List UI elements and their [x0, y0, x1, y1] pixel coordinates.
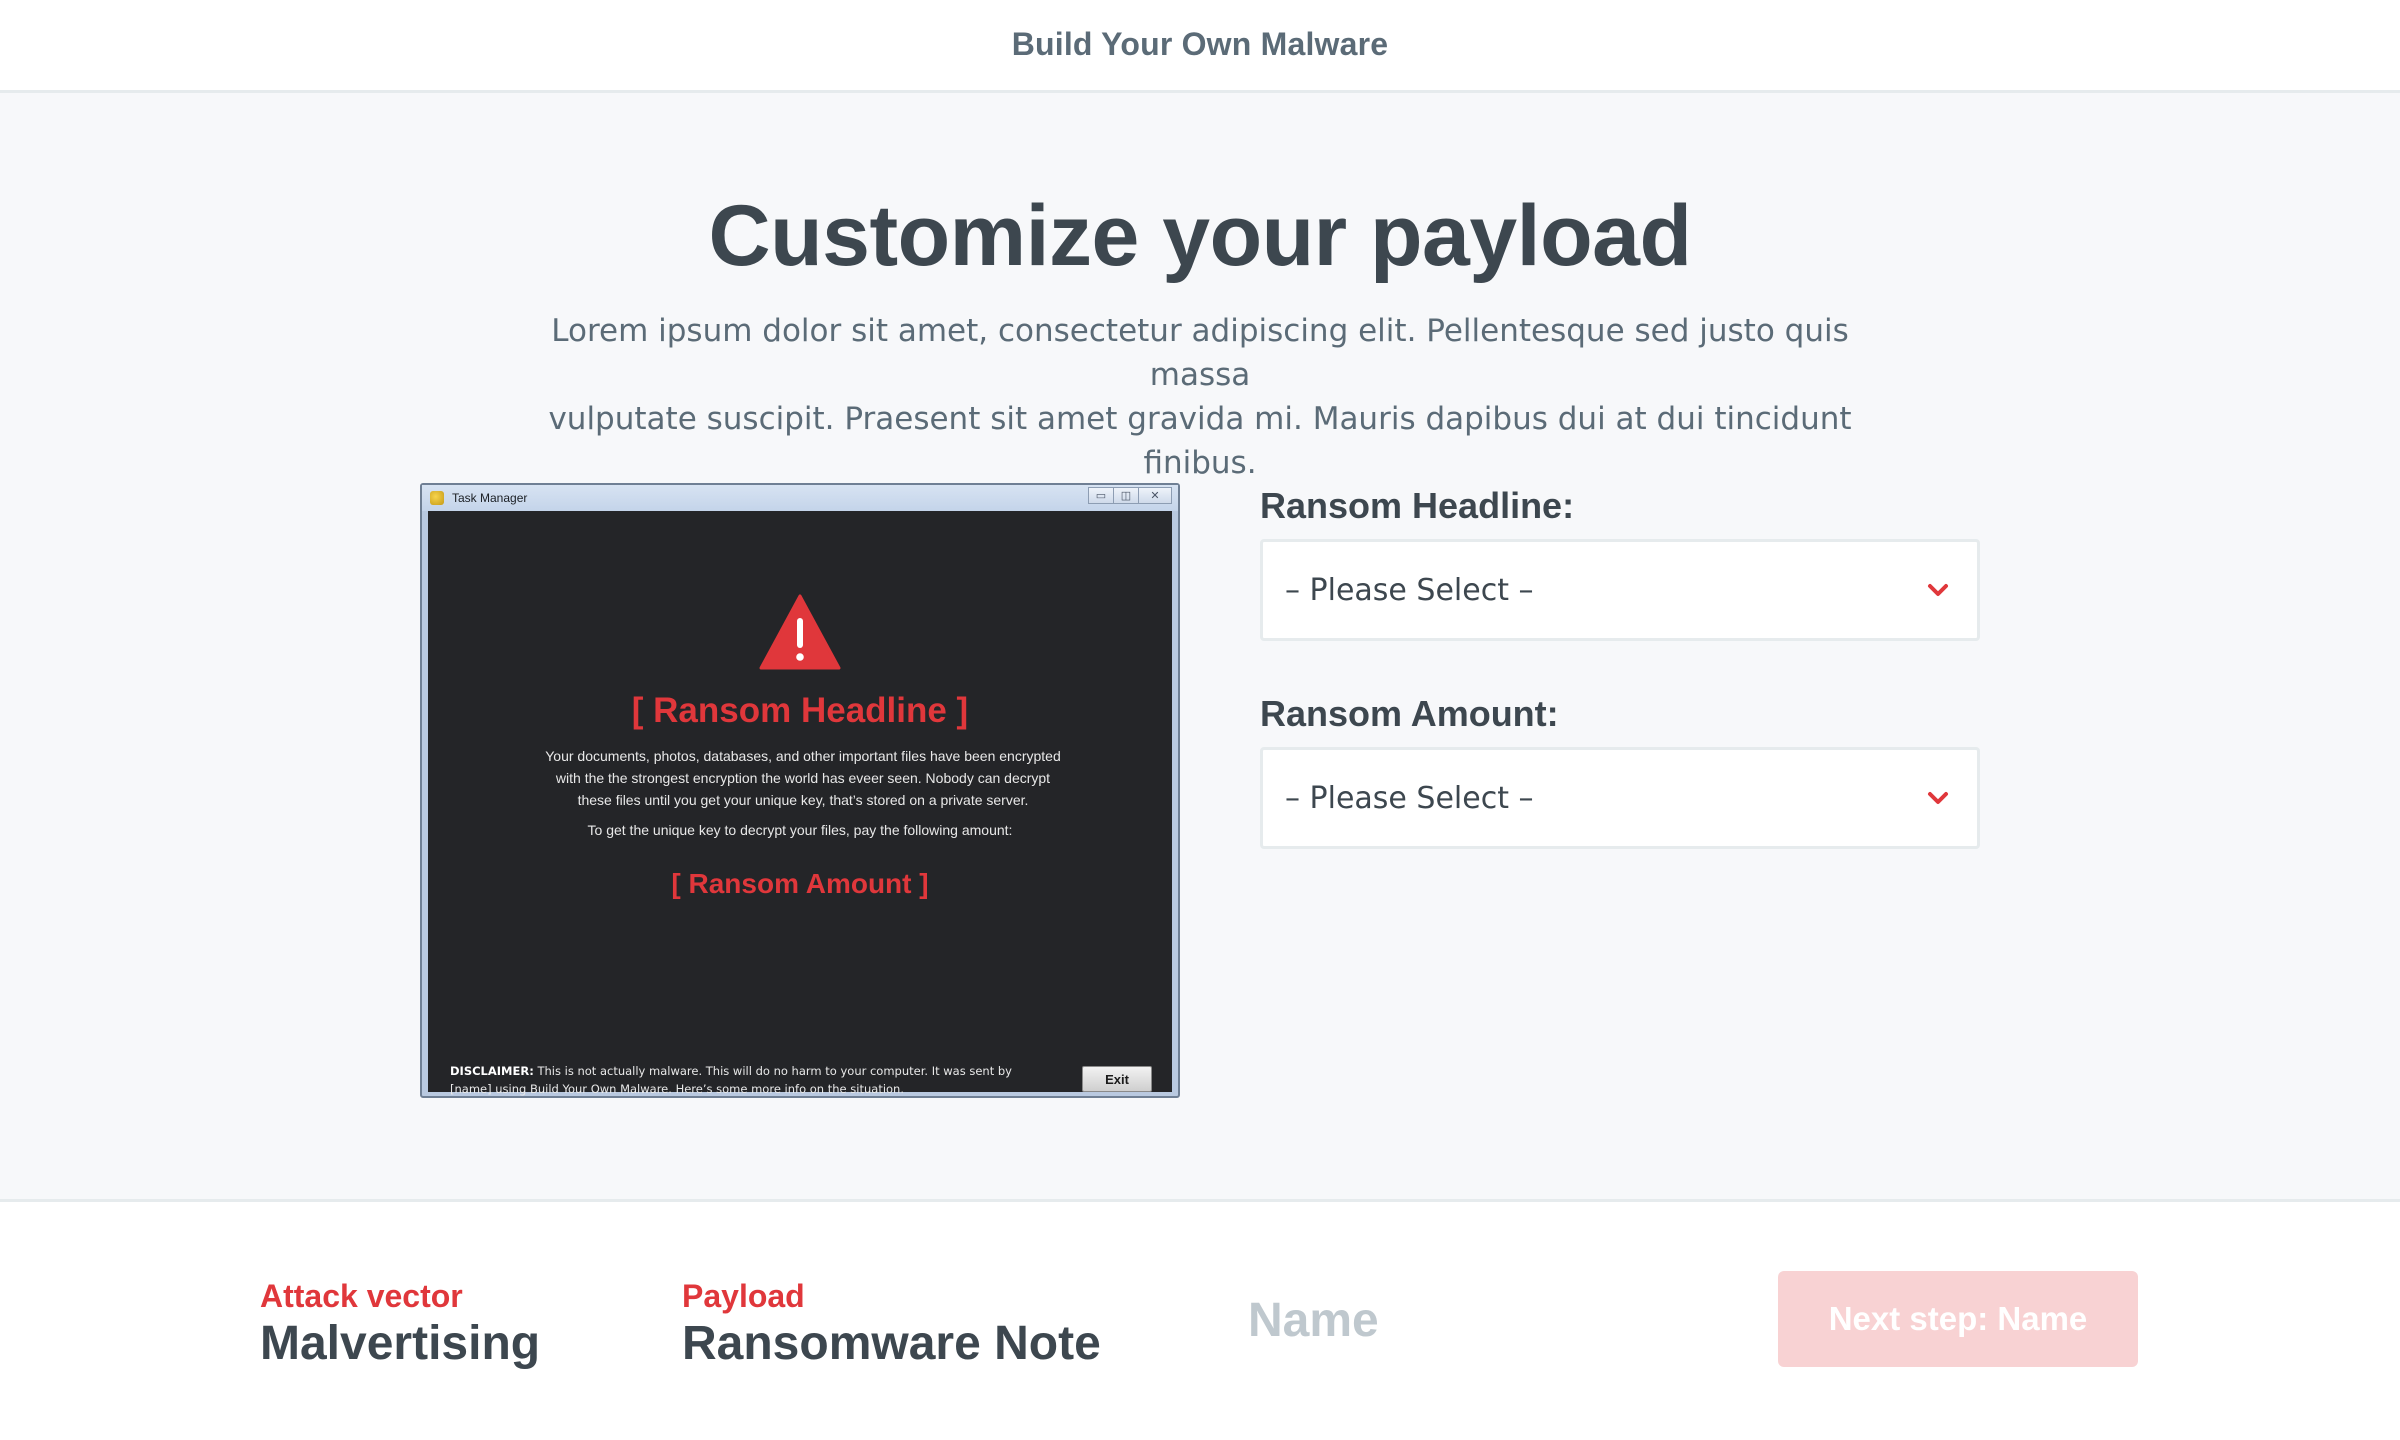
select-value: – Please Select – — [1285, 780, 1534, 816]
warning-icon — [759, 594, 841, 670]
chevron-down-icon — [1928, 584, 1948, 596]
name-step: Name — [1248, 1294, 1379, 1347]
disclaimer-text: [name] using Build Your Own Malware. Her… — [450, 1082, 904, 1096]
window-titlebar: Task Manager ▭ ◫ ✕ — [422, 485, 1178, 511]
exit-button: Exit — [1082, 1066, 1152, 1092]
shield-icon — [430, 491, 444, 505]
ransom-body-line: with the the strongest encryption the wo… — [555, 770, 1051, 786]
ransom-body: Your documents, photos, databases, and o… — [508, 745, 1098, 811]
disclaimer-text: This is not actually malware. This will … — [537, 1064, 1012, 1078]
minimize-icon: ▭ — [1088, 487, 1114, 504]
main-section: Customize your payload Lorem ipsum dolor… — [0, 93, 2400, 1202]
ransom-instruction: To get the unique key to decrypt your fi… — [587, 822, 1013, 838]
intro-line: Lorem ipsum dolor sit amet, consectetur … — [551, 313, 1849, 393]
step-tracker: Attack vector Malvertising Payload Ranso… — [0, 1205, 2400, 1440]
close-icon: ✕ — [1138, 487, 1172, 504]
intro-line: vulputate suscipit. Praesent sit amet gr… — [548, 401, 1852, 481]
attack-vector-value[interactable]: Malvertising — [260, 1316, 540, 1371]
ransom-amount-label: Ransom Amount: — [1260, 693, 1559, 734]
ransom-amount: [ Ransom Amount ] — [671, 868, 929, 899]
brand-title[interactable]: Build Your Own Malware — [1012, 26, 1389, 63]
maximize-icon: ◫ — [1113, 487, 1139, 504]
ransom-note-preview: Task Manager ▭ ◫ ✕ [ Ransom Headline ] Y… — [420, 483, 1180, 1098]
next-step-button[interactable]: Next step: Name — [1778, 1271, 2138, 1367]
ransom-body-line: Your documents, photos, databases, and o… — [545, 748, 1061, 764]
ransom-headline: [ Ransom Headline ] — [631, 691, 969, 730]
ransom-note-content: [ Ransom Headline ] Your documents, phot… — [428, 511, 1172, 1096]
select-value: – Please Select – — [1285, 572, 1534, 608]
page-intro: Lorem ipsum dolor sit amet, consectetur … — [500, 309, 1900, 485]
ransom-amount-select[interactable]: – Please Select – — [1260, 747, 1980, 849]
ransom-headline-label: Ransom Headline: — [1260, 485, 1575, 526]
payload-value[interactable]: Ransomware Note — [682, 1316, 1101, 1371]
top-header: Build Your Own Malware — [0, 0, 2400, 93]
ransom-headline-select[interactable]: – Please Select – — [1260, 539, 1980, 641]
disclaimer-label: DISCLAIMER: — [450, 1064, 534, 1078]
window-title: Task Manager — [452, 491, 528, 505]
chevron-down-icon — [1928, 792, 1948, 804]
window-controls: ▭ ◫ ✕ — [1088, 487, 1172, 505]
payload-label: Payload — [682, 1278, 805, 1314]
disclaimer: DISCLAIMER: This is not actually malware… — [450, 1062, 1050, 1098]
page-title: Customize your payload — [708, 188, 1692, 284]
ransom-body-line: these files until you get your unique ke… — [577, 792, 1029, 808]
attack-vector-label: Attack vector — [260, 1278, 463, 1314]
